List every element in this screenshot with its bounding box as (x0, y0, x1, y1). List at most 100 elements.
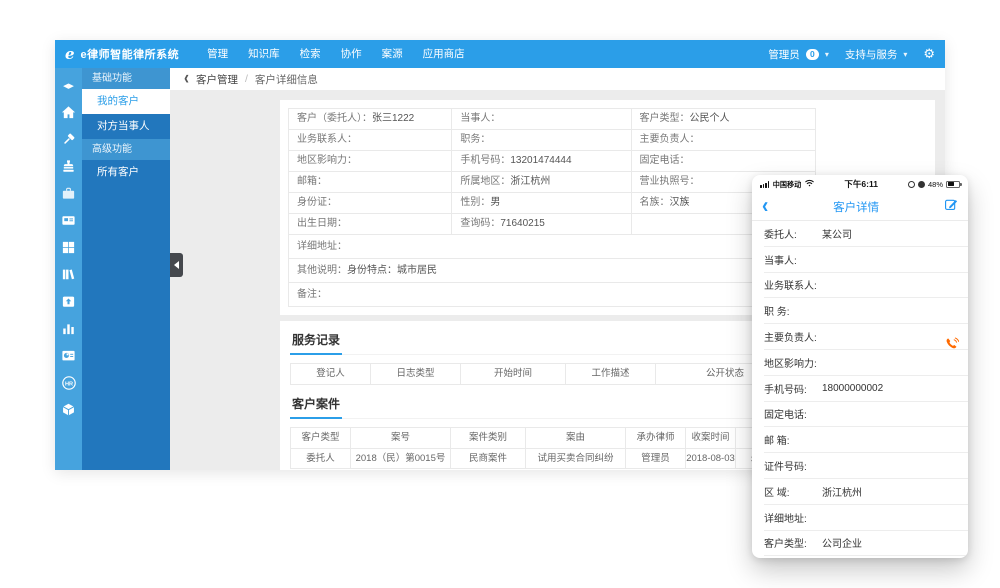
nav-item[interactable]: 案源 (372, 40, 413, 68)
service-records-title: 服务记录 (290, 321, 342, 355)
form-cell: 当事人： (452, 109, 631, 130)
sidebar-section-basic: 基础功能 (82, 68, 170, 89)
form-cell: 客户（委托人）：张三1222 (289, 109, 452, 130)
chevron-down-icon: ▾ (903, 50, 907, 59)
user-menu[interactable]: 管理员 (768, 47, 800, 62)
home-icon[interactable] (55, 99, 82, 126)
form-cell: 所属地区：浙江杭州 (452, 172, 631, 193)
edit-icon[interactable] (944, 197, 958, 216)
column-header: 工作描述 (566, 364, 656, 384)
battery-icon (946, 181, 960, 188)
table-cell: 试用买卖合同纠纷 (526, 448, 626, 468)
column-header: 客户类型 (291, 428, 351, 448)
top-nav: 管理知识库检索协作案源应用商店 (197, 40, 475, 68)
form-cell: 业务联系人： (289, 130, 452, 151)
gear-icon[interactable]: ⚙ (923, 46, 935, 62)
collapse-icon[interactable]: ◀▶ (55, 72, 82, 99)
sidebar-item-my-clients[interactable]: 我的客户 (82, 89, 170, 114)
form-cell: 身份证： (289, 193, 452, 214)
list-item: 证件号码: (764, 453, 968, 479)
table-cell: 管理员 (626, 448, 686, 468)
table-row[interactable]: 委托人2018（民）第0015号民商案件试用买卖合同纠纷管理员2018-08-0… (291, 448, 794, 468)
hr-icon[interactable]: HR (55, 369, 82, 396)
signal-bars-icon (760, 181, 769, 188)
table-cell: 2018（民）第0015号 (351, 448, 451, 468)
client-cases-table: 客户类型案号案件类别案由承办律师收案时间结案 委托人2018（民）第0015号民… (290, 427, 795, 469)
form-cell: 查询码：71640215 (452, 214, 631, 235)
chevron-down-icon: ▾ (825, 50, 829, 59)
table-cell: 2018-08-03 (686, 448, 736, 468)
svg-text:HR: HR (64, 381, 72, 387)
list-item: 当事人: (764, 247, 968, 273)
phone-page-title: 客户详情 (768, 199, 944, 215)
grid-icon[interactable] (55, 234, 82, 261)
battery-percent: 48% (928, 180, 943, 189)
sidebar-item-all-clients[interactable]: 所有客户 (82, 160, 170, 185)
breadcrumb: ‹ 客户管理 / 客户详细信息 (170, 68, 945, 90)
notification-badge: 0 (806, 49, 819, 60)
sidebar-collapse-handle[interactable] (170, 253, 183, 277)
upload-box-icon[interactable] (55, 288, 82, 315)
call-phone-icon[interactable] (945, 337, 959, 356)
phone-overlay: 中国移动 下午6:11 48% ‹ 客户详情 委托人:某公司 当事人: (752, 175, 968, 558)
form-cell: 地区影响力： (289, 151, 452, 172)
form-cell: 性别：男 (452, 193, 631, 214)
form-cell: 职务： (452, 130, 631, 151)
briefcase-icon[interactable] (55, 180, 82, 207)
client-detail-form: 客户（委托人）：张三1222 当事人： 客户类型：公民个人 业务联系人： 职务：… (288, 108, 816, 307)
sidebar-panel: 基础功能 我的客户 对方当事人 高级功能 所有客户 (82, 68, 170, 470)
form-cell: 详细地址： (289, 235, 816, 259)
support-menu[interactable]: 支持与服务 (845, 47, 898, 62)
form-cell: 其他说明：身份特点：城市居民 (289, 259, 816, 283)
column-header: 开始时间 (461, 364, 566, 384)
cube-icon[interactable] (55, 396, 82, 423)
service-records-table: 登记人日志类型开始时间工作描述公开状态 (290, 363, 795, 385)
screenshot-canvas: e e律师智能律所系统 管理知识库检索协作案源应用商店 管理员 0 ▾ 支持与服… (0, 0, 1000, 588)
sidebar-section-advanced: 高级功能 (82, 139, 170, 160)
back-chevron-icon[interactable]: ‹ (762, 193, 768, 221)
table-header-row: 客户类型案号案件类别案由承办律师收案时间结案 (291, 428, 794, 448)
sidebar-item-opposing-party[interactable]: 对方当事人 (82, 114, 170, 139)
column-header: 案由 (526, 428, 626, 448)
list-item: 委托人:某公司 (764, 221, 968, 247)
stamp-icon[interactable] (55, 153, 82, 180)
orientation-lock-icon (908, 181, 915, 188)
breadcrumb-page: 客户详细信息 (255, 72, 318, 87)
list-item: 手机号码:18000000002 (764, 376, 968, 402)
column-header: 案件类别 (451, 428, 526, 448)
header-right: 管理员 0 ▾ 支持与服务 ▾ ⚙ (768, 46, 935, 62)
breadcrumb-separator: / (245, 73, 248, 85)
form-cell: 出生日期： (289, 214, 452, 235)
back-chevron-icon[interactable]: ‹ (184, 68, 189, 92)
table-header-row: 登记人日志类型开始时间工作描述公开状态 (291, 364, 794, 384)
report-icon[interactable] (55, 342, 82, 369)
idcard-icon[interactable] (55, 207, 82, 234)
form-cell: 主要负责人： (632, 130, 816, 151)
column-header: 承办律师 (626, 428, 686, 448)
list-item: 业务联系人: (764, 273, 968, 299)
bar-chart-icon[interactable] (55, 315, 82, 342)
list-item: 详细地址: (764, 505, 968, 531)
list-item: 邮 箱: (764, 427, 968, 453)
gavel-icon[interactable] (55, 126, 82, 153)
nav-item[interactable]: 应用商店 (413, 40, 475, 68)
column-header: 登记人 (291, 364, 371, 384)
alarm-icon (918, 181, 925, 188)
list-item: 职 务: (764, 298, 968, 324)
top-header: e e律师智能律所系统 管理知识库检索协作案源应用商店 管理员 0 ▾ 支持与服… (55, 40, 945, 68)
library-icon[interactable] (55, 261, 82, 288)
nav-item[interactable]: 协作 (331, 40, 372, 68)
nav-item[interactable]: 检索 (290, 40, 331, 68)
app-title: e律师智能律所系统 (81, 46, 180, 62)
nav-item[interactable]: 知识库 (238, 40, 290, 68)
list-item: 地区影响力: (764, 350, 968, 376)
nav-item[interactable]: 管理 (197, 40, 238, 68)
breadcrumb-section[interactable]: 客户管理 (196, 72, 238, 87)
form-cell: 邮箱： (289, 172, 452, 193)
app-logo-icon: e (65, 45, 75, 63)
phone-nav-bar: ‹ 客户详情 (752, 193, 968, 221)
form-cell: 固定电话： (632, 151, 816, 172)
column-header: 案号 (351, 428, 451, 448)
status-time: 下午6:11 (817, 178, 905, 190)
triangle-left-icon (174, 261, 179, 269)
